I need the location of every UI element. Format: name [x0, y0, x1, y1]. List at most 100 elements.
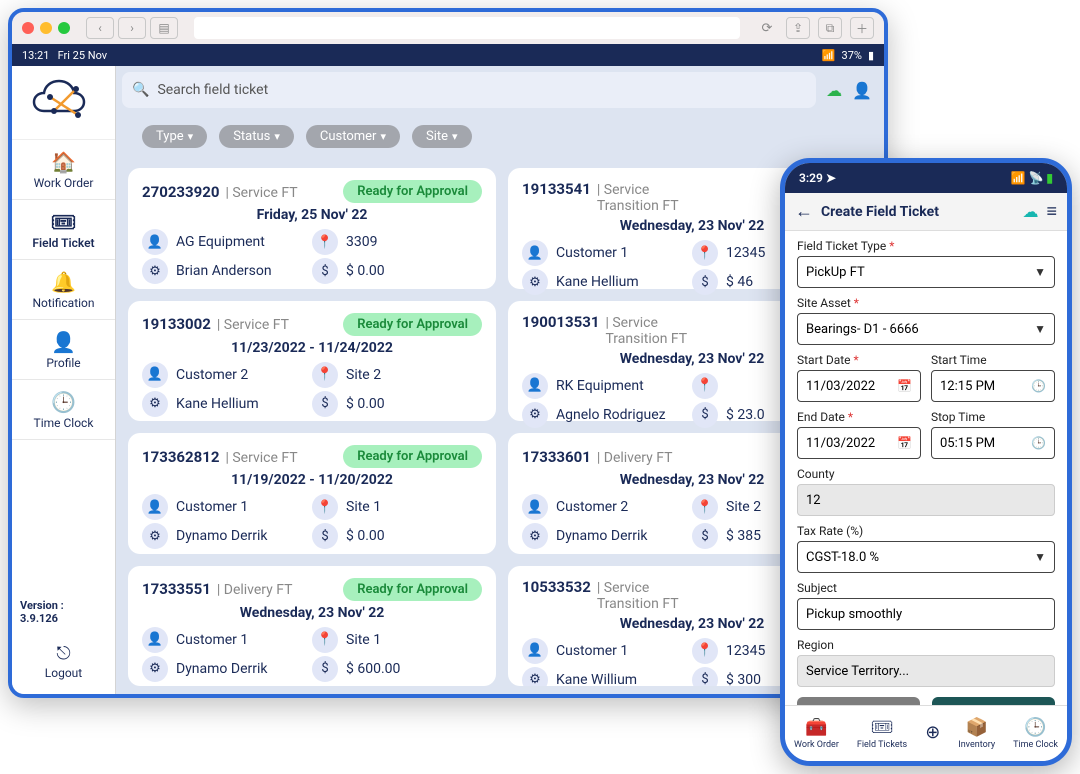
- filter-type[interactable]: Type▾: [142, 125, 207, 148]
- browser-toolbar: ‹ › ▤ ⟳ ⇪ ⧉ ＋: [12, 12, 884, 44]
- sidebar-toggle-icon[interactable]: ▤: [150, 17, 178, 39]
- phone-tab[interactable]: ⊕: [925, 722, 940, 745]
- app-header: 🔍 Search field ticket ☁ 👤: [12, 66, 884, 114]
- user-icon: 👤: [142, 229, 168, 255]
- signal-icon: 📶: [1011, 171, 1026, 185]
- reload-icon[interactable]: ⟳: [756, 17, 778, 39]
- ticket-id: 190013531: [522, 313, 599, 331]
- pin-icon: 📍: [692, 638, 718, 664]
- clock-icon: 🕒: [51, 390, 76, 414]
- gear-icon: ⚙: [142, 258, 168, 284]
- stop-time-input[interactable]: 05:15 PM🕒: [931, 427, 1055, 459]
- sidebar-item-label: Notification: [32, 296, 94, 310]
- minimize-window-icon[interactable]: [40, 22, 52, 34]
- dollar-icon: $: [692, 402, 718, 428]
- sidebar-item-time-clock[interactable]: 🕒Time Clock: [12, 380, 115, 440]
- field-ticket-type-select[interactable]: PickUp FT▼: [797, 256, 1055, 288]
- pin-icon: 📍: [312, 494, 338, 520]
- tab-label: Inventory: [958, 740, 995, 750]
- sidebar-item-work-order[interactable]: 🏠Work Order: [12, 140, 115, 200]
- search-input[interactable]: 🔍 Search field ticket: [122, 72, 816, 108]
- sidebar-item-notification[interactable]: 🔔Notification: [12, 260, 115, 320]
- menu-icon[interactable]: ≡: [1046, 201, 1057, 222]
- field-label: Start Date *: [797, 353, 921, 367]
- filter-status[interactable]: Status▾: [219, 125, 294, 148]
- phone-status-bar: 3:29 ➤ 📶 📡 ▮: [785, 163, 1067, 193]
- ticket-card[interactable]: 19133002 | Service FTReady for Approval1…: [128, 301, 496, 422]
- gear-icon: ⚙: [522, 523, 548, 549]
- chevron-down-icon: ▼: [1034, 265, 1046, 279]
- ticket-date: 11/23/2022 - 11/24/2022: [142, 340, 482, 356]
- field-label: Region: [797, 638, 1055, 652]
- region-input[interactable]: Service Territory...: [797, 655, 1055, 687]
- gear-icon: ⚙: [142, 391, 168, 417]
- sidebar-item-label: Work Order: [34, 176, 94, 190]
- url-bar[interactable]: [194, 17, 740, 39]
- phone-tab[interactable]: 🎟Field Tickets: [857, 717, 907, 750]
- sidebar-item-field-ticket[interactable]: 🎟Field Ticket: [12, 200, 115, 260]
- wifi-icon: 📶: [822, 49, 836, 62]
- dollar-icon: $: [692, 667, 718, 687]
- back-button[interactable]: ←: [795, 201, 813, 222]
- dollar-icon: $: [692, 269, 718, 295]
- dollar-icon: $: [692, 523, 718, 549]
- field-label: Site Asset *: [797, 296, 1055, 310]
- pin-icon: 📍: [692, 373, 718, 399]
- ticket-type: | Service Transition FT: [597, 182, 713, 214]
- tax-rate-select[interactable]: CGST-18.0 %▼: [797, 541, 1055, 573]
- phone-title: Create Field Ticket: [821, 204, 1014, 220]
- new-tab-icon[interactable]: ＋: [850, 17, 874, 39]
- user-menu-icon[interactable]: 👤: [852, 81, 872, 100]
- logout-button[interactable]: ⎋ Logout: [12, 633, 115, 694]
- cloud-sync-icon[interactable]: ☁: [1022, 202, 1038, 221]
- assignee-name: Dynamo Derrik: [176, 661, 268, 677]
- end-date-input[interactable]: 11/03/2022📅: [797, 427, 921, 459]
- share-icon[interactable]: ⇪: [786, 17, 810, 39]
- site-name: Site 1: [346, 632, 381, 648]
- user-icon: 👤: [142, 627, 168, 653]
- back-button[interactable]: ‹: [86, 17, 114, 39]
- window-controls: [22, 22, 70, 34]
- filter-bar: Type▾ Status▾ Customer▾ Site▾: [12, 114, 884, 158]
- phone-tab[interactable]: 🧰Work Order: [794, 717, 839, 750]
- customer-name: Customer 1: [176, 499, 248, 515]
- site-name: 12345: [726, 245, 765, 261]
- subject-input[interactable]: Pickup smoothly: [797, 598, 1055, 630]
- start-time-input[interactable]: 12:15 PM🕒: [931, 370, 1055, 402]
- maximize-window-icon[interactable]: [58, 22, 70, 34]
- phone-tab[interactable]: 📦Inventory: [958, 717, 995, 750]
- location-icon: ➤: [826, 171, 836, 185]
- device-time: 13:21: [22, 49, 49, 62]
- tabs-icon[interactable]: ⧉: [818, 17, 842, 39]
- sidebar-item-profile[interactable]: 👤Profile: [12, 320, 115, 380]
- user-icon: 👤: [522, 240, 548, 266]
- customer-name: Customer 1: [176, 632, 248, 648]
- ticket-type: | Service FT: [217, 317, 289, 333]
- county-input[interactable]: 12: [797, 484, 1055, 516]
- assignee-name: Brian Anderson: [176, 263, 272, 279]
- battery-pct: 37%: [842, 49, 862, 62]
- ticket-id: 10533532: [522, 578, 591, 596]
- version-label: Version : 3.9.126: [12, 591, 115, 633]
- cloud-status-icon[interactable]: ☁: [826, 81, 842, 100]
- field-label: County: [797, 467, 1055, 481]
- close-window-icon[interactable]: [22, 22, 34, 34]
- phone-window: 3:29 ➤ 📶 📡 ▮ ← Create Field Ticket ☁ ≡ F…: [780, 158, 1072, 766]
- ticket-amount: $ 0.00: [346, 528, 385, 544]
- filter-site[interactable]: Site▾: [412, 125, 472, 148]
- tab-label: Time Clock: [1013, 740, 1058, 750]
- ticket-card[interactable]: 270233920 | Service FTReady for Approval…: [128, 168, 496, 289]
- field-label: End Date *: [797, 410, 921, 424]
- customer-name: Customer 1: [556, 245, 628, 261]
- ticket-type: | Delivery FT: [217, 582, 293, 598]
- filter-customer[interactable]: Customer▾: [306, 125, 400, 148]
- ticket-card[interactable]: 173362812 | Service FTReady for Approval…: [128, 433, 496, 554]
- phone-tab[interactable]: 🕒Time Clock: [1013, 717, 1058, 750]
- forward-button[interactable]: ›: [118, 17, 146, 39]
- customer-name: RK Equipment: [556, 378, 644, 394]
- site-asset-select[interactable]: Bearings- D1 - 6666▼: [797, 313, 1055, 345]
- tab-label: Work Order: [794, 740, 839, 750]
- ticket-card[interactable]: 17333551 | Delivery FTReady for Approval…: [128, 566, 496, 687]
- phone-header: ← Create Field Ticket ☁ ≡: [785, 193, 1067, 231]
- start-date-input[interactable]: 11/03/2022📅: [797, 370, 921, 402]
